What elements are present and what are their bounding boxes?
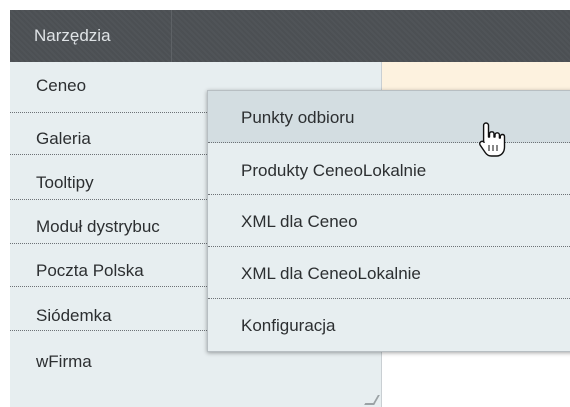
dropdown-item-label: Moduł dystrybuc (36, 217, 160, 236)
dropdown-item-label: Poczta Polska (36, 261, 144, 280)
top-menu-bar: Narzędzia (10, 10, 570, 62)
submenu-item-label: Konfiguracja (241, 316, 336, 335)
hand-pointer-icon (479, 122, 506, 157)
page: Narzędzia Ceneo Galeria Tooltipy Moduł d… (0, 0, 570, 407)
submenu-item-konfiguracja[interactable]: Konfiguracja (208, 299, 570, 351)
submenu-item-xml-dla-ceneo[interactable]: XML dla Ceneo (208, 195, 570, 247)
submenu-item-punkty-odbioru[interactable]: Punkty odbioru (208, 91, 570, 143)
dropdown-item-label: Tooltipy (36, 173, 94, 192)
dropdown-item-label: Galeria (36, 129, 91, 148)
submenu-item-xml-dla-ceneolokalnie[interactable]: XML dla CeneoLokalnie (208, 247, 570, 299)
content-highlight-row (382, 62, 570, 92)
menu-tools[interactable]: Narzędzia (10, 10, 172, 62)
submenu-item-produkty-ceneolokalnie[interactable]: Produkty CeneoLokalnie (208, 143, 570, 195)
submenu-item-label: XML dla Ceneo (241, 212, 358, 231)
dropdown-item-label: wFirma (36, 352, 92, 371)
submenu-item-label: XML dla CeneoLokalnie (241, 264, 421, 283)
dropdown-item-label: Ceneo (36, 76, 87, 95)
submenu-item-label: Produkty CeneoLokalnie (241, 161, 427, 180)
dropdown-item-label: Siódemka (36, 306, 112, 325)
ceneo-submenu: Punkty odbioru Produkty CeneoLokalnie XM… (207, 90, 570, 352)
submenu-item-label: Punkty odbioru (241, 108, 355, 127)
